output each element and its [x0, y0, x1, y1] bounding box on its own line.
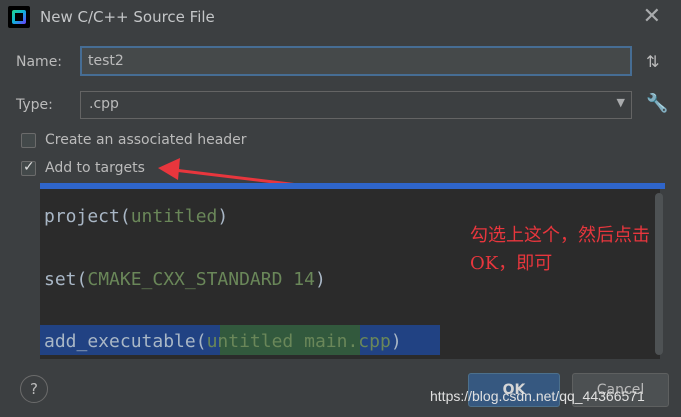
- type-dropdown[interactable]: .cpp ▼: [80, 91, 632, 119]
- annotation-note: 勾选上这个，然后点击OK，即可: [470, 225, 650, 274]
- watermark-url: https://blog.csdn.net/qq_44366571: [430, 388, 645, 404]
- type-label: Type:: [16, 97, 53, 113]
- code-line-set: set(CMAKE_CXX_STANDARD 14): [44, 269, 326, 290]
- help-button[interactable]: ?: [20, 375, 48, 403]
- title-bar: New C/C++ Source File ✕: [0, 0, 681, 36]
- name-input[interactable]: test2: [80, 46, 632, 76]
- code-line-add-executable: add_executable(untitled main.cpp): [44, 331, 402, 352]
- name-label: Name:: [16, 54, 63, 70]
- chevron-down-icon: ▼: [616, 96, 625, 109]
- code-line-project: project(untitled): [44, 206, 229, 227]
- clion-app-icon: [8, 6, 30, 28]
- dialog-title: New C/C++ Source File: [40, 8, 215, 26]
- create-header-checkbox[interactable]: [21, 133, 36, 148]
- add-to-targets-label[interactable]: Add to targets: [45, 160, 145, 176]
- sort-icon[interactable]: ⇅: [646, 52, 659, 71]
- create-header-label[interactable]: Create an associated header: [45, 132, 247, 148]
- add-to-targets-checkbox[interactable]: [21, 159, 36, 176]
- close-icon[interactable]: ✕: [643, 4, 661, 29]
- type-dropdown-value: .cpp: [89, 96, 119, 112]
- wrench-icon[interactable]: 🔧: [646, 93, 668, 114]
